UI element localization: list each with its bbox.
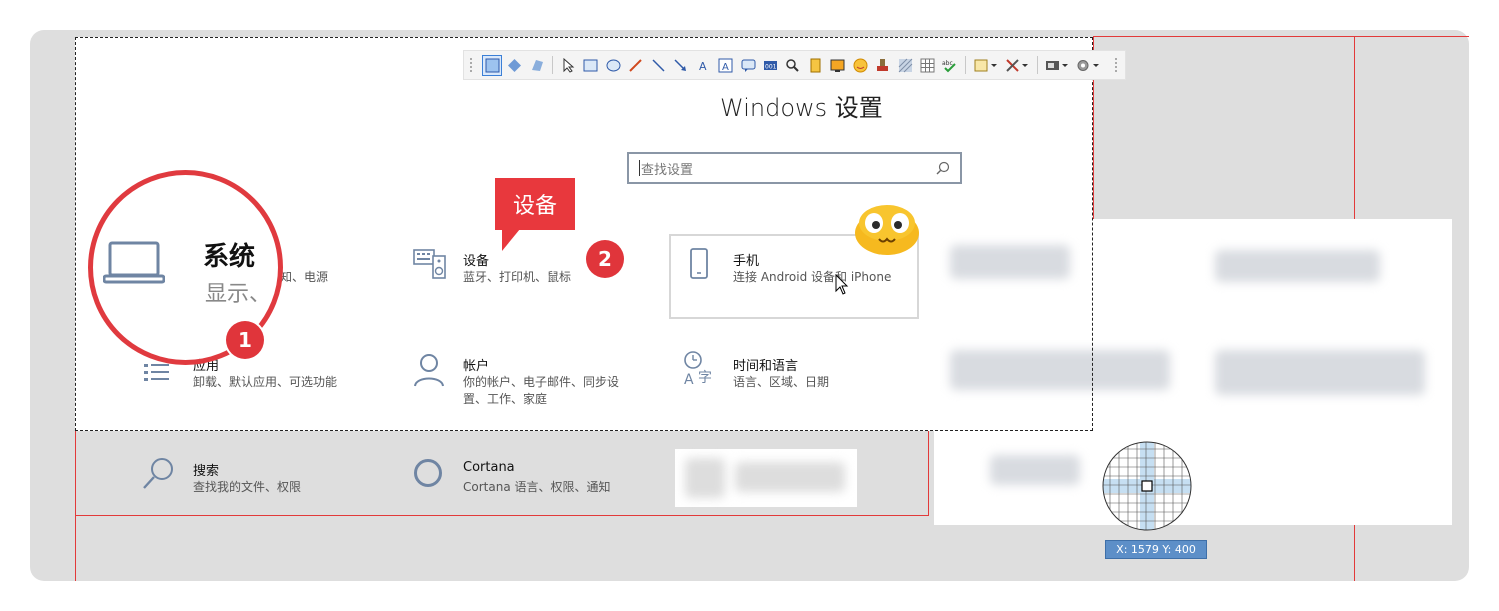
mouse-cursor-icon [835,274,849,295]
phone-icon [690,248,708,279]
magnifier-loupe-icon [1102,441,1192,531]
guide-line-mid [928,431,929,516]
svg-text:A: A [722,62,729,73]
cortana-icon [414,459,442,487]
tile-desc-system-tail: 知、电源 [280,270,329,284]
time-language-icon: A 字 [684,351,712,386]
svg-text:abc: abc [942,60,953,67]
step-badge-1[interactable]: 1 [226,321,264,359]
keyboard-speaker-icon [413,249,446,279]
search-input[interactable]: 查找设置 [627,152,962,184]
screen-menu-icon[interactable] [1043,55,1072,76]
tile-desc-accounts-line2: 置、工作、家庭 [463,392,548,406]
tile-title-accounts[interactable]: 帐户 [463,355,489,374]
tile-desc-cortana: Cortana 语言、权限、通知 [463,480,611,494]
toolbar-separator [552,56,554,74]
coordinate-readout: X: 1579 Y: 400 [1105,540,1207,559]
tile-title-search[interactable]: 搜索 [193,460,219,479]
tile-title-phone[interactable]: 手机 [733,250,759,269]
page-title: Windows 设置 [720,94,883,122]
blurred-region [1215,350,1425,395]
edit-menu-icon[interactable] [971,55,1000,76]
tile-desc-time: 语言、区域、日期 [733,375,830,389]
tile-title-devices[interactable]: 设备 [463,250,489,269]
guide-line-bottom [75,515,929,516]
step-badge-2[interactable]: 2 [586,240,624,278]
ellipse-icon[interactable] [603,55,623,76]
rectangle-icon[interactable] [581,55,601,76]
tile-desc-apps: 卸载、默认应用、可选功能 [193,375,338,389]
blurred-region [735,462,845,492]
tile-title-time[interactable]: 时间和语言 [733,355,798,374]
person-icon [414,354,444,387]
toolbar-separator [965,56,967,74]
settings-menu-icon[interactable] [1074,55,1103,76]
toolbar-grip[interactable] [470,58,474,72]
tile-desc-devices: 蓝牙、打印机、鼠标 [463,270,572,284]
blurred-region [1215,250,1380,282]
stamp-icon[interactable] [872,55,892,76]
highlight-icon[interactable] [805,55,825,76]
text-caret [639,160,640,176]
emoji-icon[interactable] [850,55,870,76]
arrow-icon[interactable] [670,55,690,76]
search-icon [143,458,173,489]
line-icon[interactable] [648,55,668,76]
spell-icon[interactable]: abc [940,55,960,76]
tile-desc-accounts-line1: 你的帐户、电子邮件、同步设 [463,375,620,389]
tools-menu-icon[interactable] [1002,55,1031,76]
number-icon[interactable]: 001 [760,55,780,76]
guide-line-top [1093,36,1469,37]
svg-text:001: 001 [765,63,777,70]
text-box-icon[interactable]: A [715,55,735,76]
callout-tail [502,229,520,251]
blurred-region [990,455,1080,485]
callout-label[interactable]: 设备 [495,178,575,230]
toolbar-separator [1036,56,1038,74]
tile-desc-search: 查找我的文件、权限 [193,480,302,494]
grid-icon[interactable] [917,55,937,76]
svg-text:字: 字 [698,370,712,386]
text-icon[interactable]: A [693,55,713,76]
pen-icon[interactable] [626,55,646,76]
emoji-sticker-icon[interactable] [854,203,920,255]
pointer-icon[interactable] [558,55,578,76]
ellipse-select-icon[interactable] [504,55,524,76]
comment-icon[interactable] [738,55,758,76]
tile-desc-phone: 连接 Android 设备和 iPhone [733,270,892,284]
svg-text:A: A [699,60,707,73]
free-select-icon[interactable] [527,55,547,76]
capture-toolbar: A A 001 abc [463,50,1126,80]
guide-line-left [75,431,76,581]
mosaic-icon[interactable] [895,55,915,76]
magnifier-icon[interactable] [783,55,803,76]
toolbar-grip[interactable] [1114,58,1119,72]
rect-select-icon[interactable] [481,54,503,76]
search-icon [936,161,950,175]
search-placeholder: 查找设置 [641,162,694,178]
tile-title-cortana[interactable]: Cortana [463,460,515,475]
blurred-region [685,458,725,498]
svg-text:A: A [684,372,694,386]
image-icon[interactable] [828,55,848,76]
